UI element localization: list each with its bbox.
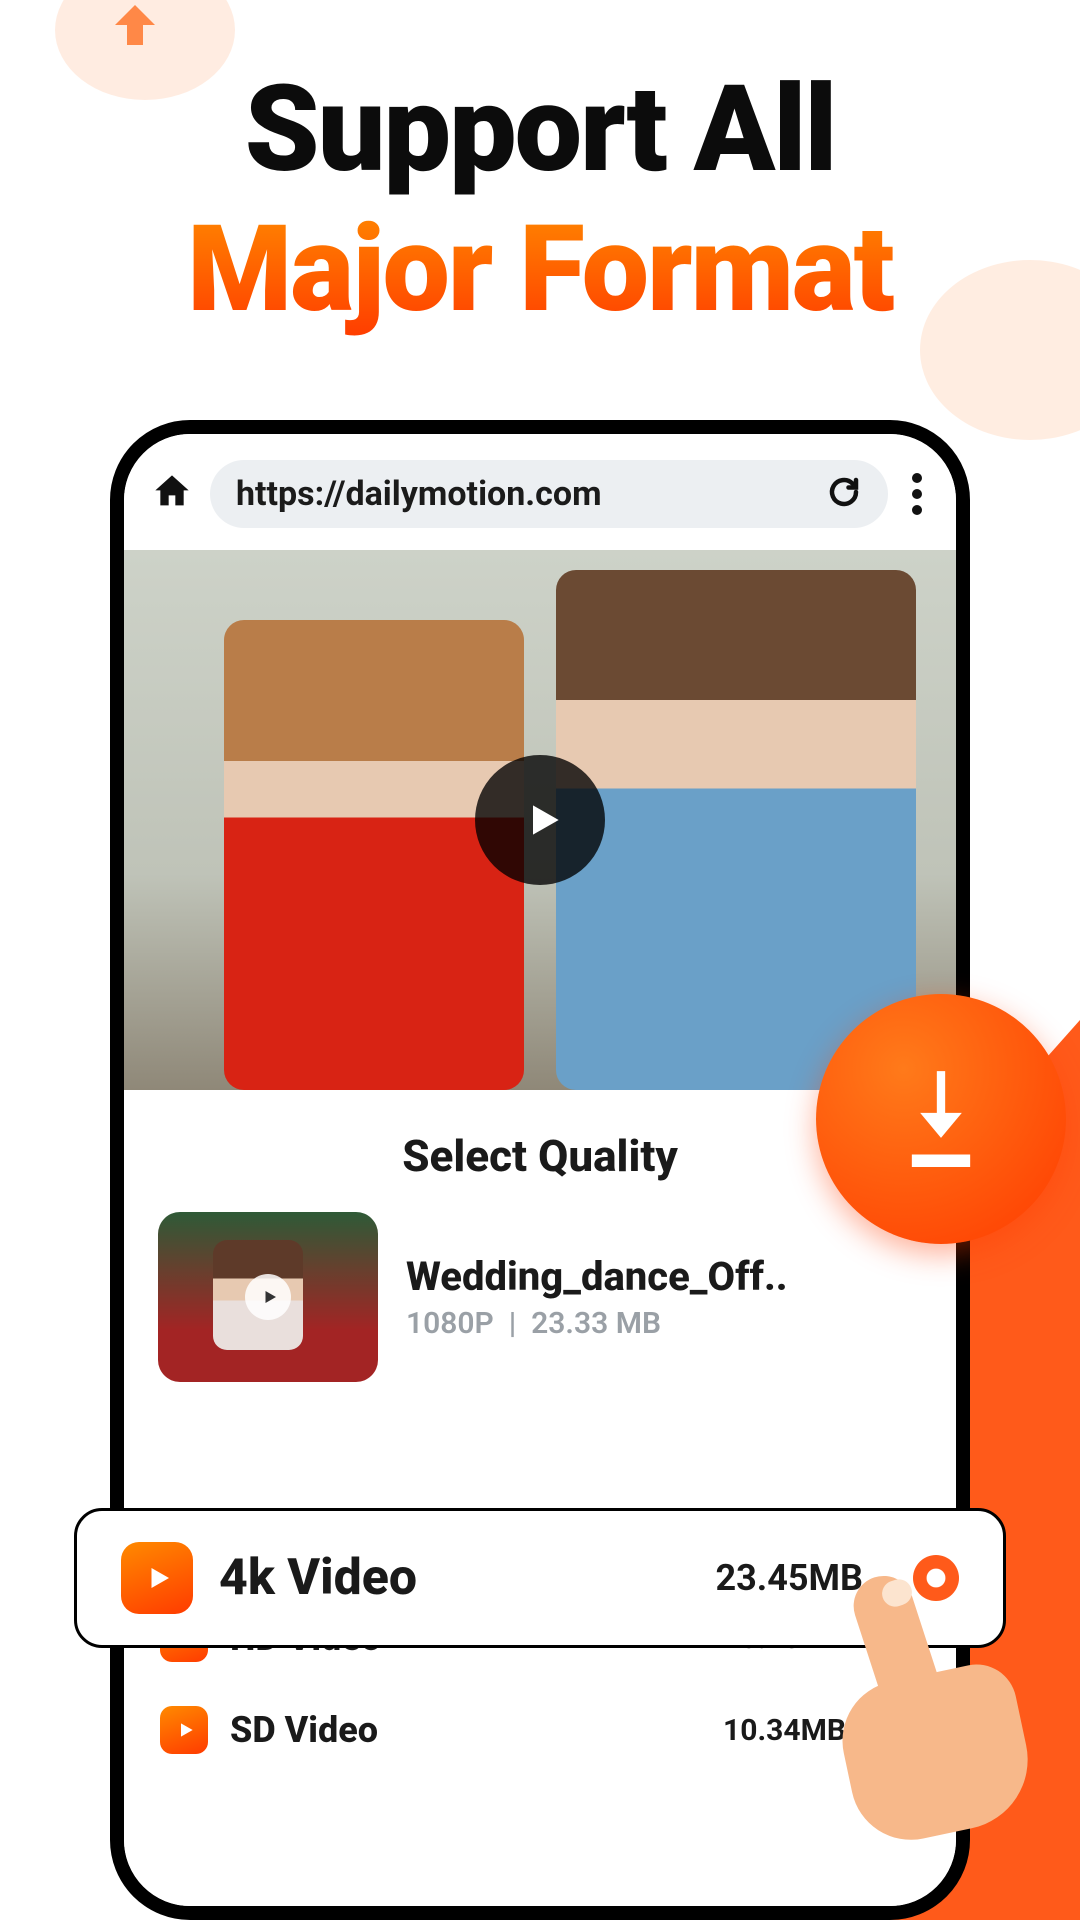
- headline-line1: Support All: [0, 60, 1080, 200]
- home-icon[interactable]: [152, 472, 192, 516]
- quality-label: 4k Video: [219, 1549, 689, 1607]
- headline-line2: Major Format: [0, 200, 1080, 340]
- download-icon: [891, 1062, 991, 1176]
- video-preview[interactable]: [124, 550, 956, 1090]
- phone-mockup: https://dailymotion.com Select Quality: [110, 420, 970, 1920]
- headline: Support All Major Format: [0, 60, 1080, 340]
- play-icon: [245, 1274, 291, 1320]
- quality-label: SD Video: [230, 1709, 701, 1751]
- refresh-icon[interactable]: [826, 474, 862, 514]
- video-thumbnail[interactable]: [158, 1212, 378, 1382]
- pointer-hand-icon: [826, 1574, 1046, 1834]
- preview-person: [224, 620, 524, 1090]
- browser-bar: https://dailymotion.com: [124, 434, 956, 550]
- play-icon[interactable]: [475, 755, 605, 885]
- video-title: Wedding_dance_Off..: [406, 1253, 788, 1300]
- download-button[interactable]: [816, 994, 1066, 1244]
- play-badge-icon: [121, 1542, 193, 1614]
- kebab-menu-icon[interactable]: [906, 467, 928, 521]
- video-subtitle: 1080P | 23.33 MB: [406, 1306, 788, 1341]
- play-badge-icon: [160, 1706, 208, 1754]
- preview-person: [556, 570, 916, 1090]
- video-meta-row: Wedding_dance_Off.. 1080P | 23.33 MB: [124, 1212, 956, 1422]
- url-text: https://dailymotion.com: [236, 474, 602, 514]
- url-field[interactable]: https://dailymotion.com: [210, 460, 888, 528]
